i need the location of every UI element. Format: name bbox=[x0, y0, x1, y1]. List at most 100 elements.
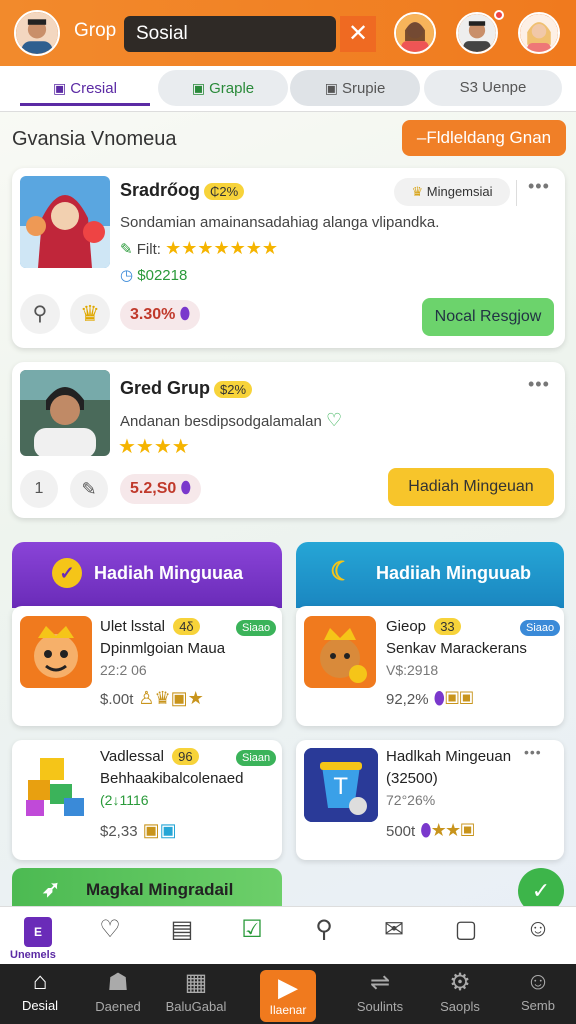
tab-label: Graple bbox=[209, 80, 255, 97]
tab-uenpe[interactable]: S3 Uenpe bbox=[424, 70, 562, 106]
item-subtitle: Senkav Marackerans bbox=[386, 640, 527, 657]
top-bar: Grop Sosial ✕ bbox=[0, 0, 576, 66]
active-tab-label: Unemels bbox=[10, 949, 56, 961]
item-thumbnail bbox=[20, 616, 92, 688]
tab-srupie[interactable]: ▣ Srupie bbox=[290, 70, 420, 106]
more-options-icon[interactable]: ••• bbox=[528, 374, 550, 395]
person-icon[interactable]: ☺ bbox=[518, 915, 558, 955]
group-card-2[interactable]: Gred Grup $2% ••• Andanan besdipsodgalama… bbox=[12, 362, 565, 518]
nav-home[interactable]: ⌂ Desial bbox=[0, 968, 80, 1013]
count-chip[interactable]: 1 bbox=[20, 470, 58, 508]
amount-text: 5.2,S0 bbox=[130, 480, 177, 497]
cartoon-face-icon bbox=[34, 626, 78, 678]
join-region-button[interactable]: Nocal Resgjow bbox=[422, 298, 554, 336]
home-icon: ⌂ bbox=[32, 968, 48, 995]
nav-play[interactable]: ▶ Ilaenar bbox=[260, 970, 316, 1022]
promo-label: Magkal Mingradail bbox=[86, 880, 234, 899]
crown-icon[interactable]: ♛ bbox=[70, 294, 110, 334]
check-coin-icon: ✓ bbox=[52, 558, 82, 588]
clipboard-icon[interactable]: ▤ bbox=[162, 915, 202, 955]
item-footer: 500t ⬮★★▣ bbox=[386, 820, 475, 841]
search-icon[interactable]: ⚲ bbox=[304, 915, 344, 955]
nav-label: Soulints bbox=[356, 999, 404, 1014]
friend-avatar-3[interactable] bbox=[518, 12, 560, 54]
weekly-reward-button[interactable]: Hadiah Mingeuan bbox=[388, 468, 554, 506]
banana-icon: ☾ bbox=[330, 556, 354, 586]
item-meta: 72°26% bbox=[386, 792, 436, 808]
card-tag[interactable]: ♛ Mingemsiai bbox=[394, 178, 510, 206]
grid-icon: ▦ bbox=[184, 969, 208, 996]
nav-label: Saopls bbox=[440, 999, 480, 1014]
tab-bar: ▣ Cresial ▣ Graple ▣ Srupie S3 Uenpe bbox=[0, 66, 576, 112]
card-price-row: ◷ $02218 bbox=[120, 266, 187, 284]
promo-bar[interactable]: ➶ Magkal Mingradail bbox=[12, 868, 282, 908]
group-icon: ☗ bbox=[107, 969, 129, 996]
app-brand: Grop bbox=[74, 20, 117, 41]
tag-icon[interactable]: ✎ bbox=[70, 470, 108, 508]
card-description: Andanan besdipsodgalamalan ♡ bbox=[120, 410, 550, 431]
item-meta: (2↓1116 bbox=[100, 792, 149, 808]
item-title: Ulet lsstal 4δ bbox=[100, 618, 200, 635]
nav-saopls[interactable]: ⚙ Saopls bbox=[420, 968, 500, 1014]
item-tag: Siaao bbox=[236, 620, 277, 636]
tab-cresial[interactable]: ▣ Cresial bbox=[20, 70, 150, 106]
more-options-icon[interactable]: ••• bbox=[528, 176, 550, 197]
nav-balugabal[interactable]: ▦ BaluGabal bbox=[156, 968, 236, 1014]
item-footer: $2,33 ▣▣ bbox=[100, 820, 177, 841]
item-tag: Siaan bbox=[236, 750, 277, 766]
item-title-text: Gieop bbox=[386, 618, 427, 635]
reward-icons: ⬮▣▣ bbox=[433, 688, 474, 708]
section-action-button[interactable]: –Fldleldang Gnan bbox=[402, 120, 566, 156]
card-price: $02218 bbox=[137, 267, 188, 284]
card-tag-label: Mingemsiai bbox=[426, 184, 493, 199]
nav-label: Daened bbox=[95, 999, 141, 1014]
cartoon-king-icon bbox=[320, 628, 367, 683]
item-meta: 22:2 06 bbox=[100, 662, 147, 678]
tab-graple[interactable]: ▣ Graple bbox=[158, 70, 288, 106]
profile-avatar[interactable] bbox=[14, 10, 60, 56]
tree-icon[interactable]: ⚲ bbox=[20, 294, 60, 334]
cubes-icon bbox=[26, 758, 84, 816]
card-title-text: Sradrőog bbox=[120, 180, 201, 200]
nav-soulints[interactable]: ⇌ Soulints bbox=[340, 968, 420, 1014]
reward-item-1[interactable]: Ulet lsstal 4δ Siaao Dpinmlgoian Maua 22… bbox=[12, 606, 282, 726]
card-description-text: Andanan besdipsodgalamalan bbox=[120, 413, 322, 430]
item-title-text: Vadlessal bbox=[100, 748, 164, 765]
coin-icon: ⬮ bbox=[179, 306, 190, 323]
item-price: 92,2% bbox=[386, 691, 429, 708]
rocket-icon: ➶ bbox=[42, 876, 61, 901]
item-subtitle: Behhaakibalcolenaed bbox=[100, 770, 244, 787]
heart-icon[interactable]: ♡ bbox=[326, 410, 342, 430]
card-filter-row: ✎ Filt: ★★★★★★★ bbox=[120, 238, 278, 259]
nav-label: BaluGabal bbox=[165, 999, 227, 1014]
edit-icon: ✎ bbox=[120, 241, 133, 258]
box-icon[interactable]: ▢ bbox=[446, 915, 486, 955]
search-input[interactable]: Sosial bbox=[124, 16, 336, 52]
tab-square-icon: ▣ bbox=[191, 80, 206, 96]
reward-item-3[interactable]: Vadlessal 96 Siaan Behhaakibalcolenaed (… bbox=[12, 740, 282, 860]
item-footer: 92,2% ⬮▣▣ bbox=[386, 688, 474, 709]
nav-semb[interactable]: ☺ Semb bbox=[498, 968, 576, 1013]
reward-item-4[interactable]: T Hadlkah Mingeuan ••• (32500) 72°26% 50… bbox=[296, 740, 564, 860]
rating-stars-icon: ★★★★★★★ bbox=[165, 238, 279, 258]
location-heart-icon[interactable]: ♡ bbox=[90, 915, 130, 955]
notification-dot-icon bbox=[494, 10, 504, 20]
nav-label: Desial bbox=[21, 998, 59, 1013]
active-tab-icon[interactable]: E bbox=[24, 917, 52, 947]
woman-avatar-icon bbox=[520, 14, 558, 52]
user-avatar-icon bbox=[16, 12, 58, 54]
friend-avatar-2[interactable] bbox=[456, 12, 498, 54]
friend-avatar-1[interactable] bbox=[394, 12, 436, 54]
reward-item-2[interactable]: Gieop 33 Siaao Senkav Marackerans V$:291… bbox=[296, 606, 564, 726]
more-options-icon[interactable]: ••• bbox=[524, 744, 542, 760]
checklist-icon[interactable]: ☑ bbox=[232, 915, 272, 955]
nav-daened[interactable]: ☗ Daened bbox=[78, 968, 158, 1014]
card-badge: $2% bbox=[214, 381, 253, 398]
woman-avatar-icon bbox=[396, 14, 434, 52]
play-icon: ▶ bbox=[278, 972, 298, 1002]
item-title: Hadlkah Mingeuan bbox=[386, 748, 512, 765]
man-avatar-icon bbox=[458, 14, 496, 52]
mail-icon[interactable]: ✉ bbox=[374, 915, 414, 955]
close-icon[interactable]: ✕ bbox=[340, 16, 376, 52]
group-card-1[interactable]: Sradrőog ₵2% ♛ Mingemsiai ••• Sondamian a… bbox=[12, 168, 565, 348]
